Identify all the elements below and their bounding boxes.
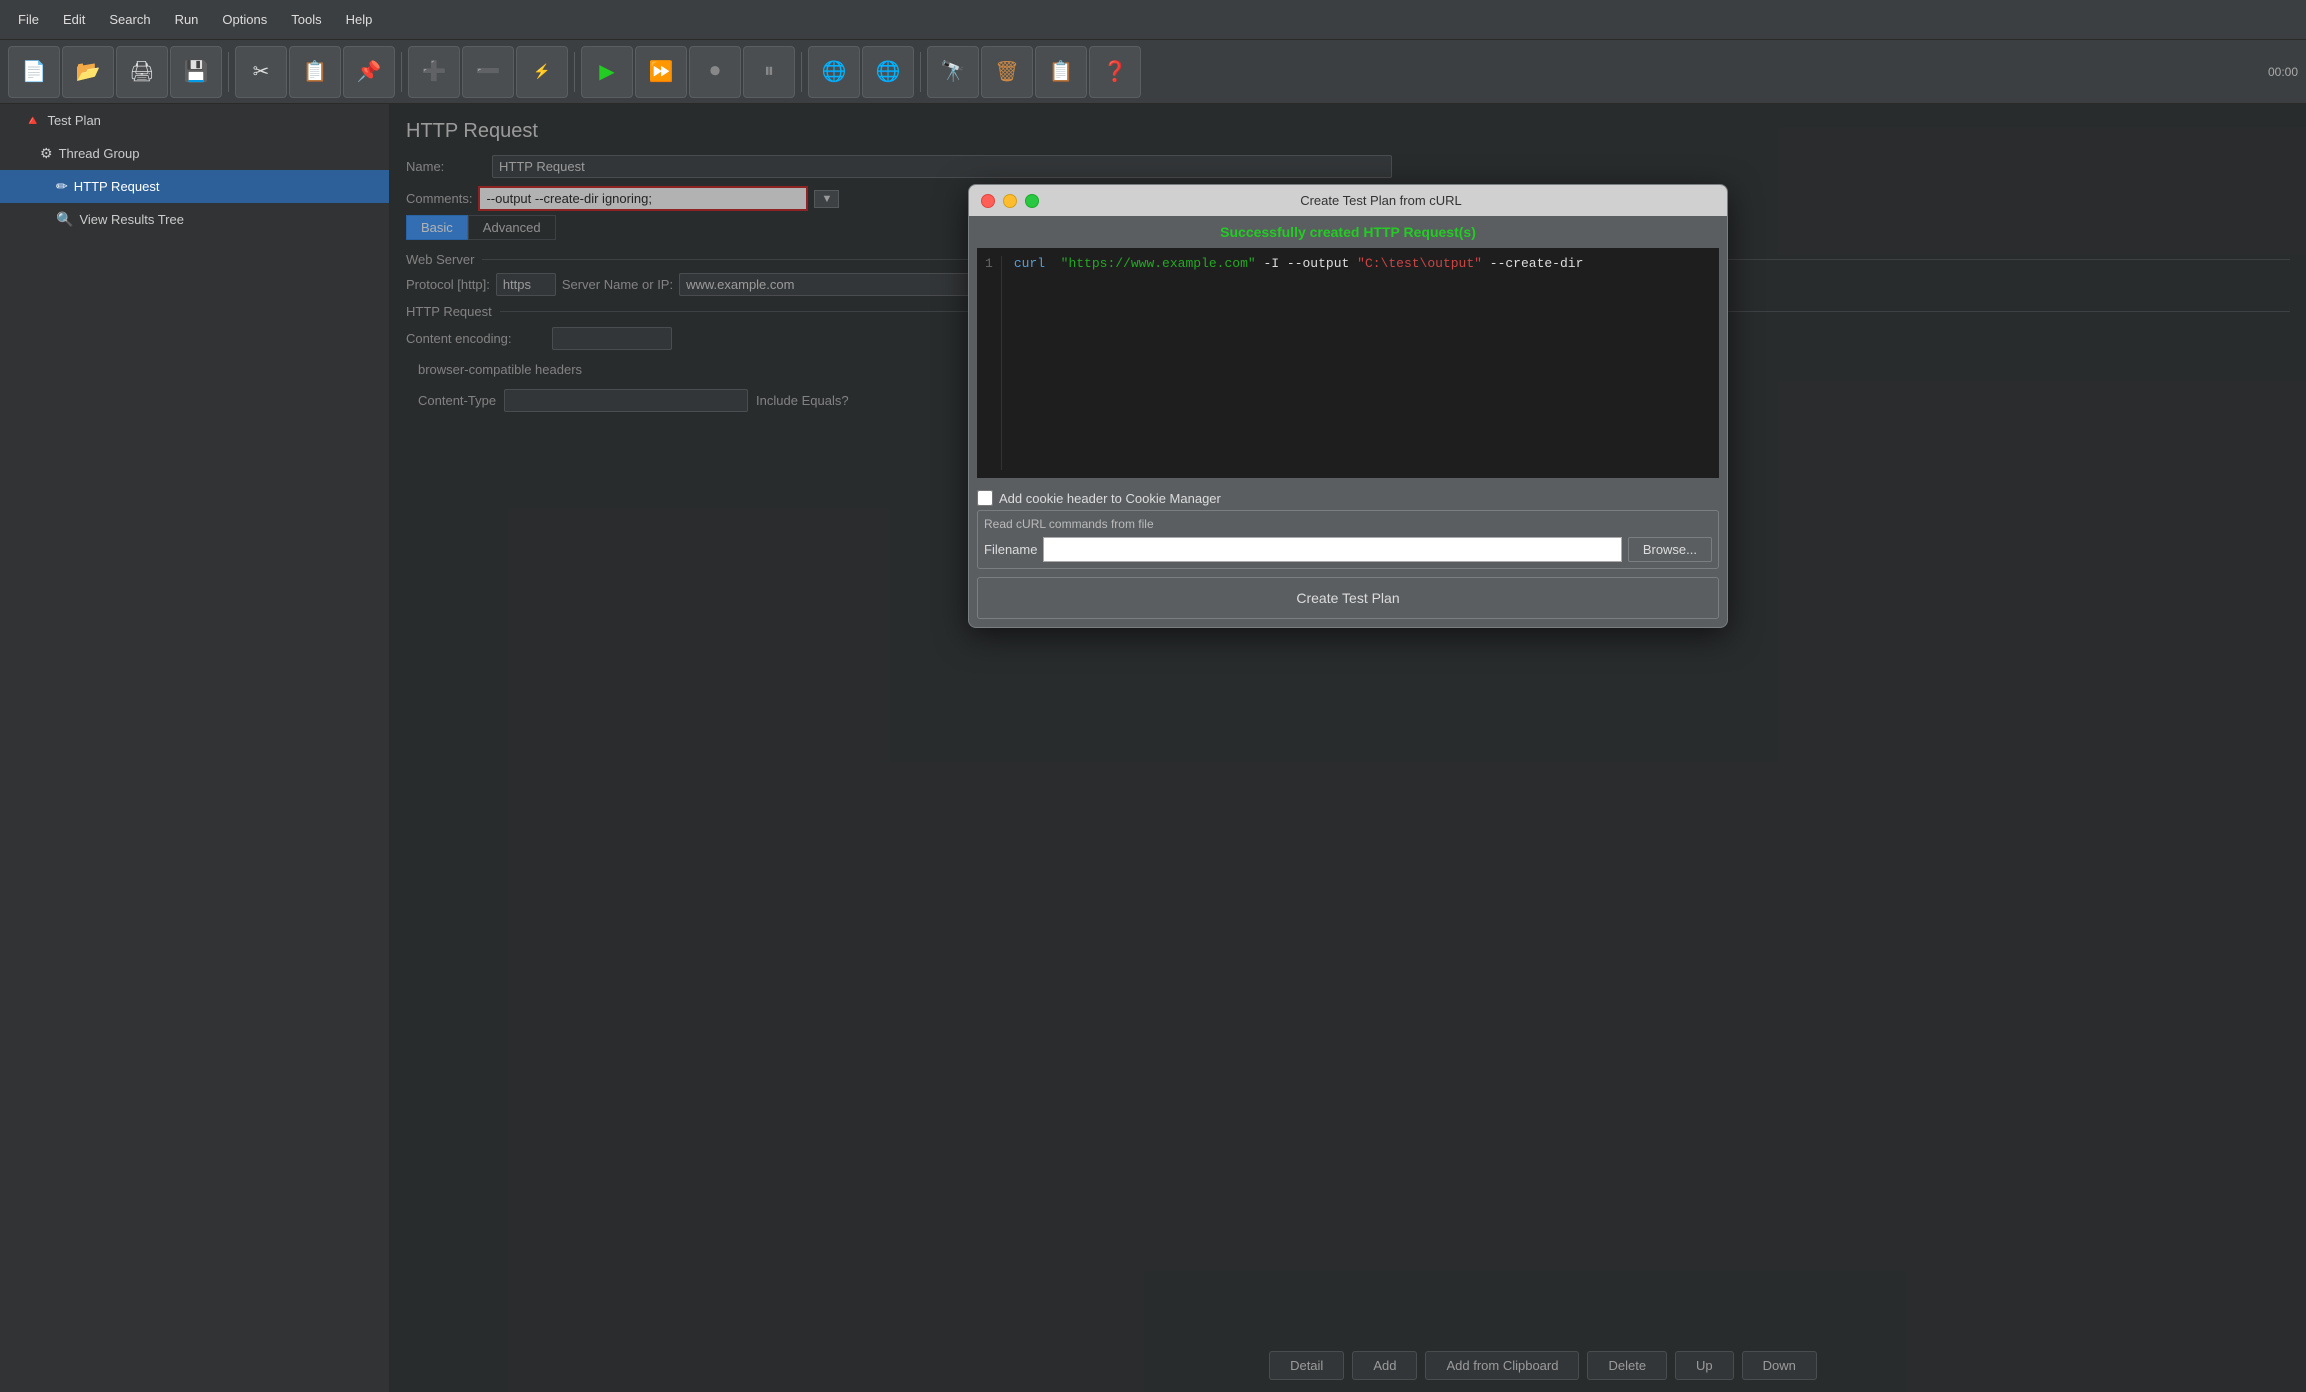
remove-button[interactable]: ➖ [462, 46, 514, 98]
sidebar-label-thread-group: Thread Group [59, 146, 140, 161]
modal-success-message: Successfully created HTTP Request(s) [969, 216, 1727, 248]
sidebar-label-http-request: HTTP Request [74, 179, 160, 194]
menu-options[interactable]: Options [212, 8, 277, 31]
help-button[interactable]: ❓ [1089, 46, 1141, 98]
clear-button[interactable]: ⚡ [516, 46, 568, 98]
open-button[interactable]: 📂 [62, 46, 114, 98]
modal-title: Create Test Plan from cURL [1047, 193, 1715, 208]
content-area: HTTP Request Name: Comments: ▼ Basic Adv… [390, 104, 2306, 1392]
run-no-pause-button[interactable]: ⏩ [635, 46, 687, 98]
timer-display: 00:00 [2268, 65, 2298, 79]
sidebar-item-view-results-tree[interactable]: 🔍 View Results Tree [0, 203, 389, 236]
filename-label: Filename [984, 542, 1037, 557]
code-editor[interactable]: 1 curl "https://www.example.com" -I --ou… [977, 248, 1719, 478]
cookie-row: Add cookie header to Cookie Manager [969, 486, 1727, 510]
code-output-value: "C:\test\output" [1357, 256, 1482, 271]
remote-stop-all-button[interactable]: 🌐 [862, 46, 914, 98]
filename-input[interactable] [1043, 537, 1621, 562]
sidebar-item-thread-group[interactable]: ⚙ Thread Group [0, 137, 389, 170]
sidebar-label-view-results-tree: View Results Tree [79, 212, 184, 227]
read-curl-label: Read cURL commands from file [984, 517, 1712, 531]
menu-search[interactable]: Search [99, 8, 160, 31]
search-toolbar-button[interactable]: 🔭 [927, 46, 979, 98]
print-button[interactable]: 🖨 [116, 46, 168, 98]
paste-button[interactable]: 📌 [343, 46, 395, 98]
sep1 [228, 52, 229, 92]
cut-button[interactable]: ✂ [235, 46, 287, 98]
modal-overlay: Create Test Plan from cURL Successfully … [390, 104, 2306, 1392]
run-button[interactable]: ▶ [581, 46, 633, 98]
create-test-plan-button[interactable]: Create Test Plan [977, 577, 1719, 619]
code-curl-keyword: curl [1014, 256, 1045, 271]
sep5 [920, 52, 921, 92]
main-layout: 🔺 Test Plan ⚙ Thread Group ✏ HTTP Reques… [0, 104, 2306, 1392]
sidebar-label-test-plan: Test Plan [47, 113, 100, 128]
menu-run[interactable]: Run [165, 8, 209, 31]
toolbar: 📄 📂 🖨 💾 ✂ 📋 📌 ➕ ➖ ⚡ ▶ ⏩ ⏺ ⏸ 🌐 🌐 🔭 🗑 📋 ❓ … [0, 40, 2306, 104]
code-url-string: "https://www.example.com" [1061, 256, 1256, 271]
log-viewer-button[interactable]: 📋 [1035, 46, 1087, 98]
read-curl-section: Read cURL commands from file Filename Br… [977, 510, 1719, 569]
cookie-checkbox[interactable] [977, 490, 993, 506]
maximize-button[interactable] [1025, 194, 1039, 208]
cookie-label: Add cookie header to Cookie Manager [999, 491, 1221, 506]
test-plan-icon: 🔺 [24, 112, 41, 129]
menu-tools[interactable]: Tools [281, 8, 331, 31]
sidebar-item-http-request[interactable]: ✏ HTTP Request [0, 170, 389, 203]
shutdown-button[interactable]: ⏸ [743, 46, 795, 98]
filename-row: Filename Browse... [984, 537, 1712, 562]
browse-button[interactable]: Browse... [1628, 537, 1712, 562]
sep2 [401, 52, 402, 92]
http-request-icon: ✏ [56, 178, 68, 195]
modal-titlebar: Create Test Plan from cURL [969, 185, 1727, 216]
line-number-1: 1 [985, 256, 993, 271]
menu-file[interactable]: File [8, 8, 49, 31]
minimize-button[interactable] [1003, 194, 1017, 208]
copy-button[interactable]: 📋 [289, 46, 341, 98]
sidebar-item-test-plan[interactable]: 🔺 Test Plan [0, 104, 389, 137]
new-button[interactable]: 📄 [8, 46, 60, 98]
code-args: -I --output [1264, 256, 1350, 271]
close-button[interactable] [981, 194, 995, 208]
stop-button[interactable]: ⏺ [689, 46, 741, 98]
sep3 [574, 52, 575, 92]
add-button[interactable]: ➕ [408, 46, 460, 98]
modal-dialog: Create Test Plan from cURL Successfully … [968, 184, 1728, 628]
save-button[interactable]: 💾 [170, 46, 222, 98]
clear-all-button[interactable]: 🗑 [981, 46, 1033, 98]
remote-start-all-button[interactable]: 🌐 [808, 46, 860, 98]
code-create-dir: --create-dir [1482, 256, 1583, 271]
thread-group-icon: ⚙ [40, 145, 53, 162]
view-results-tree-icon: 🔍 [56, 211, 73, 228]
code-content[interactable]: curl "https://www.example.com" -I --outp… [1014, 256, 1711, 470]
menu-help[interactable]: Help [336, 8, 383, 31]
sep4 [801, 52, 802, 92]
menu-bar: File Edit Search Run Options Tools Help [0, 0, 2306, 40]
sidebar: 🔺 Test Plan ⚙ Thread Group ✏ HTTP Reques… [0, 104, 390, 1392]
line-numbers: 1 [985, 256, 1002, 470]
menu-edit[interactable]: Edit [53, 8, 95, 31]
